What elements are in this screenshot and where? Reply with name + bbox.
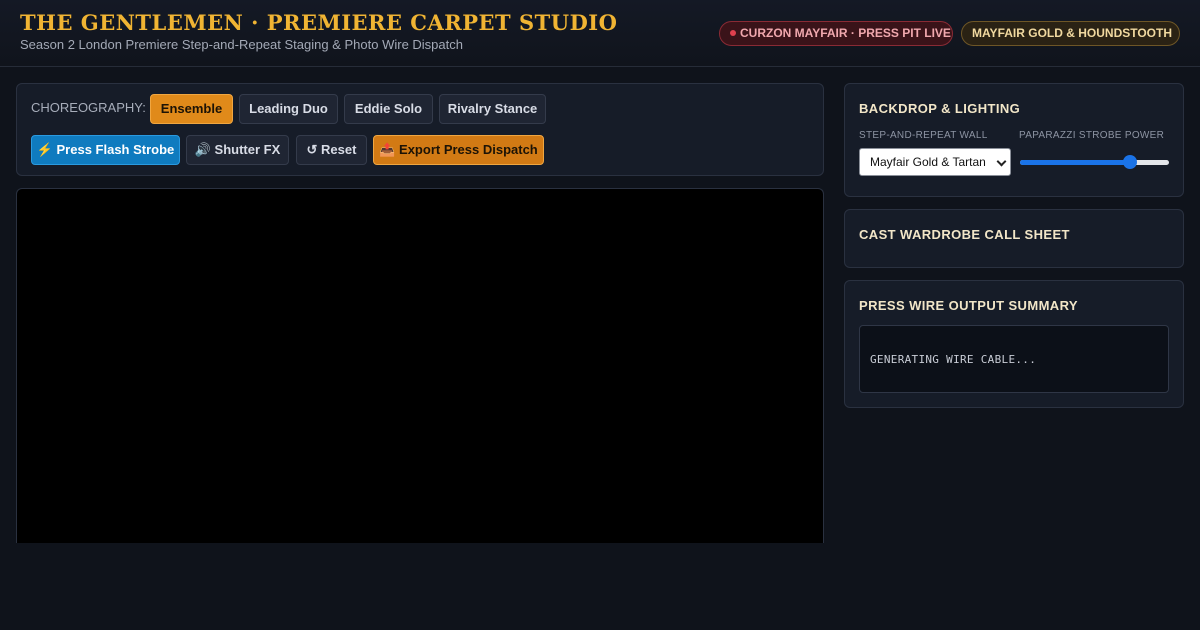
reset-button[interactable]: ↺ Reset <box>296 135 367 165</box>
strobe-slider-fill <box>1020 160 1131 165</box>
page-footer-area <box>0 543 1200 630</box>
shutter-fx-button[interactable]: 🔊 Shutter FX <box>186 135 289 165</box>
chevron-down-icon <box>996 156 1007 167</box>
carpet-stage-canvas[interactable] <box>16 188 824 548</box>
wardrobe-call-sheet-panel: CAST WARDROBE CALL SHEET <box>844 209 1184 268</box>
wall-select-value: Mayfair Gold & Tartan <box>870 155 986 169</box>
live-dot-icon <box>730 30 736 36</box>
choreo-leading-duo-button[interactable]: Leading Duo <box>239 94 338 124</box>
choreo-ensemble-button[interactable]: Ensemble <box>150 94 233 124</box>
backdrop-lighting-title: BACKDROP & LIGHTING <box>859 101 1021 116</box>
wardrobe-title: CAST WARDROBE CALL SHEET <box>859 227 1070 242</box>
step-and-repeat-wall-select[interactable]: Mayfair Gold & Tartan <box>859 148 1011 176</box>
app-subtitle: Season 2 London Premiere Step-and-Repeat… <box>20 37 463 52</box>
choreo-rivalry-stance-button[interactable]: Rivalry Stance <box>439 94 546 124</box>
backdrop-lighting-panel: BACKDROP & LIGHTING STEP-AND-REPEAT WALL… <box>844 83 1184 197</box>
live-status-label: CURZON MAYFAIR · PRESS PIT LIVE <box>740 26 951 40</box>
press-wire-title: PRESS WIRE OUTPUT SUMMARY <box>859 298 1078 313</box>
app-title: THE GENTLEMEN · PREMIERE CARPET STUDIO <box>20 10 618 35</box>
press-wire-panel: PRESS WIRE OUTPUT SUMMARY GENERATING WIR… <box>844 280 1184 408</box>
strobe-power-slider[interactable] <box>1020 155 1169 169</box>
choreo-eddie-solo-button[interactable]: Eddie Solo <box>344 94 433 124</box>
wire-output-box: GENERATING WIRE CABLE... <box>859 325 1169 393</box>
strobe-power-label: PAPARAZZI STROBE POWER <box>1019 130 1165 141</box>
theme-badge: MAYFAIR GOLD & HOUNDSTOOTH <box>961 21 1180 46</box>
choreography-label: CHOREOGRAPHY: <box>31 100 146 115</box>
live-status-badge: CURZON MAYFAIR · PRESS PIT LIVE <box>719 21 953 46</box>
export-press-dispatch-button[interactable]: 📤 Export Press Dispatch <box>373 135 544 165</box>
control-toolbar: CHOREOGRAPHY: Ensemble Leading Duo Eddie… <box>16 83 824 176</box>
wall-label: STEP-AND-REPEAT WALL <box>859 130 988 141</box>
app-header: THE GENTLEMEN · PREMIERE CARPET STUDIO S… <box>0 0 1200 67</box>
strobe-slider-thumb[interactable] <box>1123 155 1138 169</box>
press-flash-strobe-button[interactable]: ⚡ Press Flash Strobe <box>31 135 180 165</box>
